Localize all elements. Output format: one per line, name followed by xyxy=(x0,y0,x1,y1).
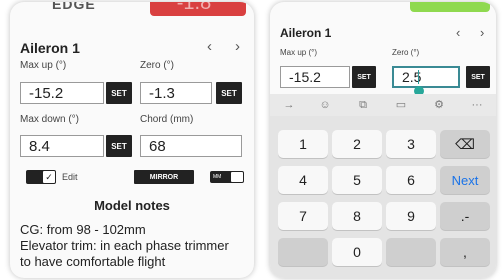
check-icon: ✓ xyxy=(43,171,55,183)
blank-key[interactable] xyxy=(278,238,328,266)
key-5[interactable]: 5 xyxy=(332,166,382,194)
notes-line: to have comfortable flight xyxy=(20,254,166,269)
keyboard-toolbar: → ☺ ⧉ ▭ ⚙ ··· xyxy=(270,94,496,116)
comma-key[interactable]: , xyxy=(440,238,490,266)
key-6[interactable]: 6 xyxy=(386,166,436,194)
key-0[interactable]: 0 xyxy=(332,238,382,266)
chord-label: Chord (mm) xyxy=(140,114,194,125)
copy-icon[interactable]: ⧉ xyxy=(356,99,370,111)
banner-brand: EDGE xyxy=(52,2,96,12)
max-up-label: Max up (°) xyxy=(20,60,67,71)
key-4[interactable]: 4 xyxy=(278,166,328,194)
chevron-left-icon[interactable]: ‹ xyxy=(456,25,460,41)
top-banner xyxy=(270,2,496,18)
backspace-icon[interactable]: ⌫ xyxy=(440,130,490,158)
zero-label: Zero (°) xyxy=(140,60,174,71)
chevron-right-icon[interactable]: › xyxy=(235,39,240,55)
max-down-input[interactable]: 8.4 xyxy=(20,135,104,157)
key-2[interactable]: 2 xyxy=(332,130,382,158)
unit-switch-label: MM xyxy=(213,174,222,180)
settings-icon[interactable]: ⚙ xyxy=(432,99,446,111)
max-up-input[interactable]: -15.2 xyxy=(20,82,104,104)
edit-label: Edit xyxy=(62,172,78,182)
max-up-label: Max up (°) xyxy=(280,48,317,57)
zero-set-button[interactable]: SET xyxy=(466,66,490,88)
surface-title: Aileron 1 xyxy=(20,40,80,56)
clipboard-icon[interactable]: ▭ xyxy=(394,99,408,111)
unit-switch-knob xyxy=(231,172,243,182)
max-down-set-button[interactable]: SET xyxy=(106,135,132,157)
more-icon[interactable]: ··· xyxy=(470,99,484,111)
unit-switch[interactable]: MM xyxy=(210,171,244,183)
surface-title: Aileron 1 xyxy=(280,26,332,40)
dot-dash-key[interactable]: .- xyxy=(440,202,490,230)
arrow-icon[interactable]: → xyxy=(282,99,296,111)
mirror-button[interactable]: MIRROR xyxy=(134,170,194,184)
zero-set-button[interactable]: SET xyxy=(216,82,242,104)
aileron-settings-keyboard-panel: Aileron 1 ‹ › Max up (°) -15.2 SET Zero … xyxy=(270,2,496,278)
chord-input[interactable]: 68 xyxy=(140,135,242,157)
max-up-set-button[interactable]: SET xyxy=(106,82,132,104)
zero-label: Zero (°) xyxy=(392,48,420,57)
key-9[interactable]: 9 xyxy=(386,202,436,230)
next-key[interactable]: Next xyxy=(440,166,490,194)
numeric-keyboard: 1 2 3 ⌫ 4 5 6 Next 7 8 9 .- 0 , xyxy=(270,116,496,278)
blank-key[interactable] xyxy=(386,238,436,266)
key-7[interactable]: 7 xyxy=(278,202,328,230)
top-banner: EDGE -1.8° xyxy=(10,2,254,22)
max-up-set-button[interactable]: SET xyxy=(352,66,376,88)
model-notes-title: Model notes xyxy=(94,198,170,213)
emoji-icon[interactable]: ☺ xyxy=(318,99,332,111)
max-down-label: Max down (°) xyxy=(20,114,80,125)
aileron-settings-panel: EDGE -1.8° Aileron 1 ‹ › Max up (°) -15.… xyxy=(10,2,254,278)
chevron-right-icon[interactable]: › xyxy=(480,25,484,41)
zero-input[interactable]: -1.3 xyxy=(140,82,212,104)
edit-toggle[interactable]: ✓ xyxy=(26,170,56,184)
key-8[interactable]: 8 xyxy=(332,202,382,230)
notes-line: CG: from 98 - 102mm xyxy=(20,222,146,237)
max-up-input[interactable]: -15.2 xyxy=(280,66,350,88)
text-cursor xyxy=(418,70,419,84)
zero-input[interactable]: 2.5 xyxy=(392,66,460,88)
key-1[interactable]: 1 xyxy=(278,130,328,158)
deflection-readout xyxy=(410,2,490,12)
notes-line: Elevator trim: in each phase trimmer xyxy=(20,238,229,253)
deflection-readout: -1.8° xyxy=(150,2,246,16)
chevron-left-icon[interactable]: ‹ xyxy=(207,39,212,55)
key-3[interactable]: 3 xyxy=(386,130,436,158)
